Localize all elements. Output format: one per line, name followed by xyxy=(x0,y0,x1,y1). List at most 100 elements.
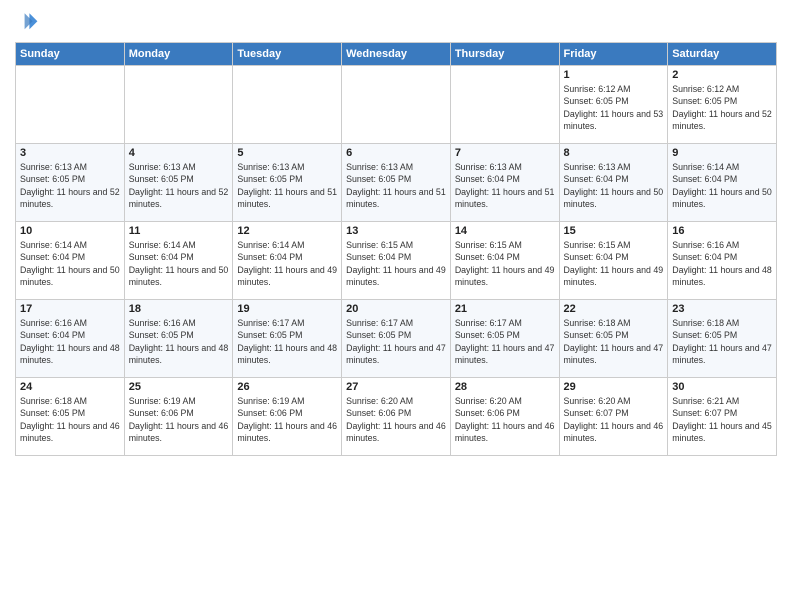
day-info: Sunrise: 6:19 AMSunset: 6:06 PMDaylight:… xyxy=(129,395,229,444)
day-number: 8 xyxy=(564,147,664,159)
day-number: 17 xyxy=(20,303,120,315)
calendar-cell: 9 Sunrise: 6:14 AMSunset: 6:04 PMDaylight… xyxy=(668,144,777,222)
calendar-cell: 10 Sunrise: 6:14 AMSunset: 6:04 PMDayligh… xyxy=(16,222,125,300)
day-info: Sunrise: 6:14 AMSunset: 6:04 PMDaylight:… xyxy=(20,239,120,288)
day-info: Sunrise: 6:20 AMSunset: 6:06 PMDaylight:… xyxy=(346,395,446,444)
calendar-cell: 21 Sunrise: 6:17 AMSunset: 6:05 PMDayligh… xyxy=(450,300,559,378)
day-info: Sunrise: 6:12 AMSunset: 6:05 PMDaylight:… xyxy=(672,83,772,132)
day-number: 24 xyxy=(20,381,120,393)
calendar-cell xyxy=(450,66,559,144)
day-info: Sunrise: 6:16 AMSunset: 6:04 PMDaylight:… xyxy=(20,317,120,366)
calendar-cell: 19 Sunrise: 6:17 AMSunset: 6:05 PMDayligh… xyxy=(233,300,342,378)
calendar-cell xyxy=(16,66,125,144)
calendar-cell: 22Sunrise: 6:18 AMSunset: 6:05 PMDayligh… xyxy=(559,300,668,378)
calendar-cell: 6 Sunrise: 6:13 AMSunset: 6:05 PMDaylight… xyxy=(342,144,451,222)
day-number: 6 xyxy=(346,147,446,159)
calendar-cell: 13 Sunrise: 6:15 AMSunset: 6:04 PMDayligh… xyxy=(342,222,451,300)
day-info: Sunrise: 6:15 AMSunset: 6:04 PMDaylight:… xyxy=(346,239,446,288)
calendar-cell: 29 Sunrise: 6:20 AMSunset: 6:07 PMDayligh… xyxy=(559,378,668,456)
day-number: 30 xyxy=(672,381,772,393)
day-info: Sunrise: 6:20 AMSunset: 6:07 PMDaylight:… xyxy=(564,395,664,444)
day-number: 21 xyxy=(455,303,555,315)
day-info: Sunrise: 6:13 AMSunset: 6:05 PMDaylight:… xyxy=(129,161,229,210)
day-number: 7 xyxy=(455,147,555,159)
day-number: 2 xyxy=(672,69,772,81)
calendar-header-row: SundayMondayTuesdayWednesdayThursdayFrid… xyxy=(16,43,777,66)
day-of-week-header: Tuesday xyxy=(233,43,342,66)
logo xyxy=(15,10,41,34)
day-info: Sunrise: 6:17 AMSunset: 6:05 PMDaylight:… xyxy=(346,317,446,366)
day-info: Sunrise: 6:13 AMSunset: 6:04 PMDaylight:… xyxy=(455,161,555,210)
day-info: Sunrise: 6:18 AMSunset: 6:05 PMDaylight:… xyxy=(564,317,664,366)
calendar-week-row: 17 Sunrise: 6:16 AMSunset: 6:04 PMDayligh… xyxy=(16,300,777,378)
day-info: Sunrise: 6:12 AMSunset: 6:05 PMDaylight:… xyxy=(564,83,664,132)
day-info: Sunrise: 6:14 AMSunset: 6:04 PMDaylight:… xyxy=(672,161,772,210)
day-number: 12 xyxy=(237,225,337,237)
day-number: 23 xyxy=(672,303,772,315)
day-number: 19 xyxy=(237,303,337,315)
calendar-cell: 7 Sunrise: 6:13 AMSunset: 6:04 PMDaylight… xyxy=(450,144,559,222)
calendar-week-row: 3 Sunrise: 6:13 AMSunset: 6:05 PMDaylight… xyxy=(16,144,777,222)
calendar-cell: 16Sunrise: 6:16 AMSunset: 6:04 PMDayligh… xyxy=(668,222,777,300)
calendar-cell: 8 Sunrise: 6:13 AMSunset: 6:04 PMDaylight… xyxy=(559,144,668,222)
calendar-cell: 14 Sunrise: 6:15 AMSunset: 6:04 PMDayligh… xyxy=(450,222,559,300)
logo-icon xyxy=(15,10,39,34)
day-number: 18 xyxy=(129,303,229,315)
calendar-week-row: 10 Sunrise: 6:14 AMSunset: 6:04 PMDayligh… xyxy=(16,222,777,300)
day-of-week-header: Thursday xyxy=(450,43,559,66)
day-info: Sunrise: 6:18 AMSunset: 6:05 PMDaylight:… xyxy=(672,317,772,366)
day-number: 14 xyxy=(455,225,555,237)
calendar-cell: 24Sunrise: 6:18 AMSunset: 6:05 PMDayligh… xyxy=(16,378,125,456)
day-info: Sunrise: 6:20 AMSunset: 6:06 PMDaylight:… xyxy=(455,395,555,444)
day-info: Sunrise: 6:14 AMSunset: 6:04 PMDaylight:… xyxy=(237,239,337,288)
header xyxy=(15,10,777,34)
calendar-cell: 5Sunrise: 6:13 AMSunset: 6:05 PMDaylight… xyxy=(233,144,342,222)
day-number: 27 xyxy=(346,381,446,393)
calendar-cell: 18 Sunrise: 6:16 AMSunset: 6:05 PMDayligh… xyxy=(124,300,233,378)
day-number: 3 xyxy=(20,147,120,159)
calendar-week-row: 1 Sunrise: 6:12 AMSunset: 6:05 PMDaylight… xyxy=(16,66,777,144)
calendar-cell xyxy=(124,66,233,144)
day-number: 16 xyxy=(672,225,772,237)
calendar-cell: 30 Sunrise: 6:21 AMSunset: 6:07 PMDayligh… xyxy=(668,378,777,456)
day-info: Sunrise: 6:15 AMSunset: 6:04 PMDaylight:… xyxy=(455,239,555,288)
day-number: 20 xyxy=(346,303,446,315)
day-number: 5 xyxy=(237,147,337,159)
day-number: 10 xyxy=(20,225,120,237)
day-number: 28 xyxy=(455,381,555,393)
day-number: 4 xyxy=(129,147,229,159)
calendar-cell: 11Sunrise: 6:14 AMSunset: 6:04 PMDayligh… xyxy=(124,222,233,300)
day-info: Sunrise: 6:13 AMSunset: 6:05 PMDaylight:… xyxy=(20,161,120,210)
day-info: Sunrise: 6:14 AMSunset: 6:04 PMDaylight:… xyxy=(129,239,229,288)
calendar-cell: 27 Sunrise: 6:20 AMSunset: 6:06 PMDayligh… xyxy=(342,378,451,456)
calendar-cell: 4 Sunrise: 6:13 AMSunset: 6:05 PMDaylight… xyxy=(124,144,233,222)
day-info: Sunrise: 6:13 AMSunset: 6:04 PMDaylight:… xyxy=(564,161,664,210)
day-of-week-header: Saturday xyxy=(668,43,777,66)
day-number: 29 xyxy=(564,381,664,393)
day-info: Sunrise: 6:16 AMSunset: 6:05 PMDaylight:… xyxy=(129,317,229,366)
day-number: 9 xyxy=(672,147,772,159)
calendar-cell: 12 Sunrise: 6:14 AMSunset: 6:04 PMDayligh… xyxy=(233,222,342,300)
day-info: Sunrise: 6:13 AMSunset: 6:05 PMDaylight:… xyxy=(346,161,446,210)
calendar-cell: 25 Sunrise: 6:19 AMSunset: 6:06 PMDayligh… xyxy=(124,378,233,456)
day-of-week-header: Monday xyxy=(124,43,233,66)
day-info: Sunrise: 6:17 AMSunset: 6:05 PMDaylight:… xyxy=(237,317,337,366)
day-number: 13 xyxy=(346,225,446,237)
day-number: 15 xyxy=(564,225,664,237)
calendar-cell: 20 Sunrise: 6:17 AMSunset: 6:05 PMDayligh… xyxy=(342,300,451,378)
calendar-cell: 15 Sunrise: 6:15 AMSunset: 6:04 PMDayligh… xyxy=(559,222,668,300)
day-number: 1 xyxy=(564,69,664,81)
calendar-cell: 3 Sunrise: 6:13 AMSunset: 6:05 PMDaylight… xyxy=(16,144,125,222)
day-info: Sunrise: 6:17 AMSunset: 6:05 PMDaylight:… xyxy=(455,317,555,366)
day-of-week-header: Friday xyxy=(559,43,668,66)
calendar-cell: 26 Sunrise: 6:19 AMSunset: 6:06 PMDayligh… xyxy=(233,378,342,456)
calendar-cell: 17 Sunrise: 6:16 AMSunset: 6:04 PMDayligh… xyxy=(16,300,125,378)
page: SundayMondayTuesdayWednesdayThursdayFrid… xyxy=(0,0,792,612)
day-info: Sunrise: 6:19 AMSunset: 6:06 PMDaylight:… xyxy=(237,395,337,444)
calendar-week-row: 24Sunrise: 6:18 AMSunset: 6:05 PMDayligh… xyxy=(16,378,777,456)
calendar-cell: 2 Sunrise: 6:12 AMSunset: 6:05 PMDaylight… xyxy=(668,66,777,144)
day-number: 26 xyxy=(237,381,337,393)
day-info: Sunrise: 6:15 AMSunset: 6:04 PMDaylight:… xyxy=(564,239,664,288)
day-number: 25 xyxy=(129,381,229,393)
day-info: Sunrise: 6:21 AMSunset: 6:07 PMDaylight:… xyxy=(672,395,772,444)
